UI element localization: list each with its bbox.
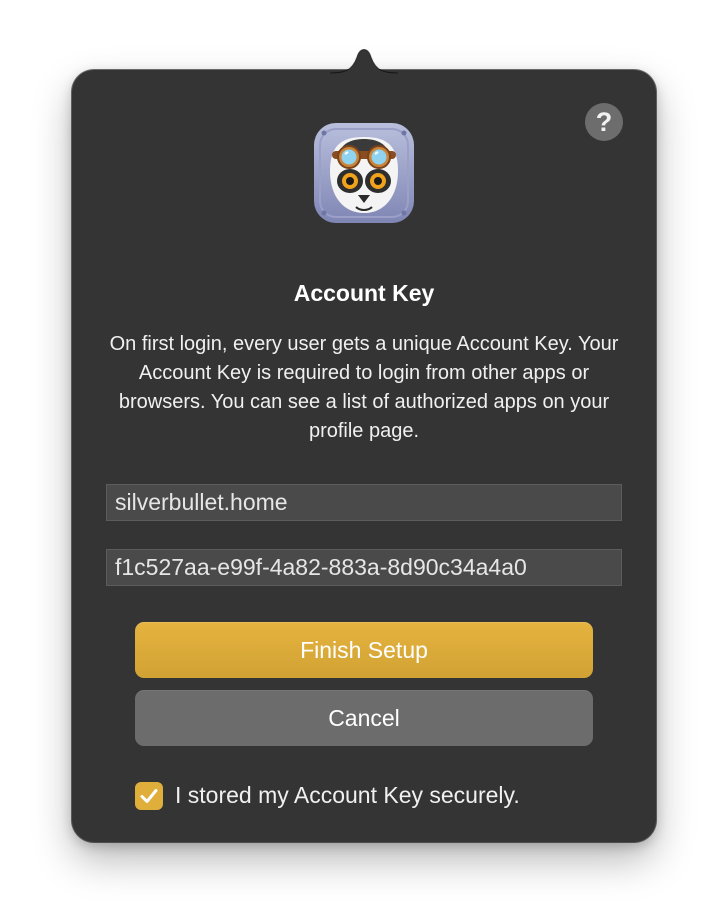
- cancel-button[interactable]: Cancel: [135, 690, 593, 746]
- dialog-description: On first login, every user gets a unique…: [109, 333, 619, 442]
- dialog-title: Account Key: [293, 280, 435, 306]
- account-key-field[interactable]: f1c527aa-e99f-4a82-883a-8d90c34a4a0: [106, 549, 622, 586]
- stage: ? Account Key On first login, every user…: [0, 0, 728, 922]
- finish-setup-button[interactable]: Finish Setup: [135, 622, 593, 678]
- popover-arrow: [330, 49, 398, 74]
- help-button[interactable]: ?: [585, 103, 623, 141]
- lemur-app-icon: [314, 123, 414, 223]
- server-host-field[interactable]: silverbullet.home: [106, 484, 622, 521]
- stored-key-checkbox-label[interactable]: I stored my Account Key securely.: [175, 779, 520, 812]
- stored-key-checkbox[interactable]: [135, 782, 163, 810]
- checkmark-icon: [140, 789, 158, 803]
